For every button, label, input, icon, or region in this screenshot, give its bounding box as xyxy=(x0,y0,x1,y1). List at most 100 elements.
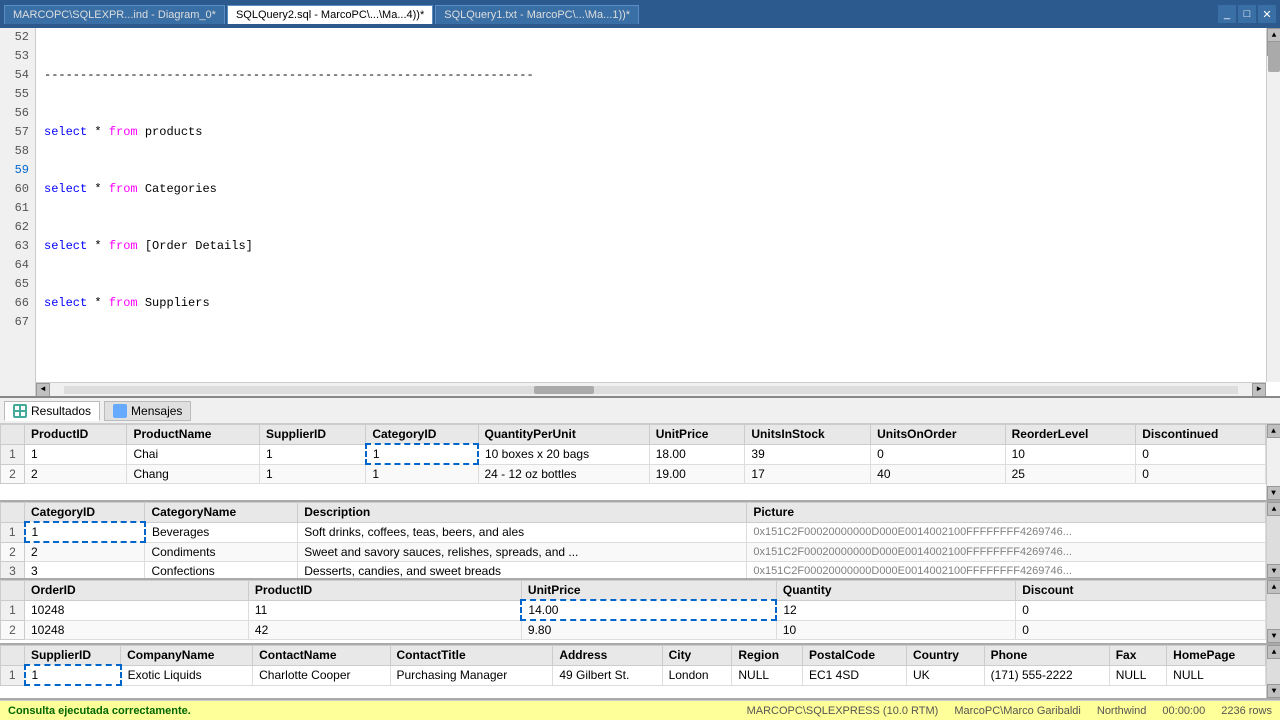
table-row[interactable]: 2 2 Chang 1 1 24 - 12 oz bottles 19.00 1… xyxy=(1,464,1266,484)
grid3-scroll-down[interactable]: ▼ xyxy=(1267,629,1280,643)
grid3-cell-selected[interactable]: 14.00 xyxy=(521,600,776,620)
grid2-cell[interactable]: 2 xyxy=(25,542,145,562)
grid1-scroll-up[interactable]: ▲ xyxy=(1267,424,1280,438)
close-button[interactable]: ✕ xyxy=(1258,5,1276,23)
code-line-52: ----------------------------------------… xyxy=(44,66,534,85)
minimize-button[interactable]: _ xyxy=(1218,5,1236,23)
table-row[interactable]: 3 3 Confections Desserts, candies, and s… xyxy=(1,562,1266,581)
grid2-vscroll[interactable]: ▲ ▼ xyxy=(1266,502,1280,578)
grid3-cell[interactable]: 10 xyxy=(776,620,1015,640)
grid1-cell[interactable]: Chai xyxy=(127,444,260,464)
table-row[interactable]: 2 2 Condiments Sweet and savory sauces, … xyxy=(1,542,1266,562)
grid3-col-quantity: Quantity xyxy=(776,581,1015,601)
grid2-cell[interactable]: Confections xyxy=(145,562,298,581)
table-row[interactable]: 1 1 Exotic Liquids Charlotte Cooper Purc… xyxy=(1,665,1266,685)
title-tab-1[interactable]: MARCOPC\SQLEXPR...ind - Diagram_0* xyxy=(4,5,225,24)
grid2-cell[interactable]: Beverages xyxy=(145,522,298,542)
grid1-cell[interactable]: 1 xyxy=(260,464,366,484)
status-server: MARCOPC\SQLEXPRESS (10.0 RTM) xyxy=(747,705,939,717)
grid2-cell[interactable]: 0x151C2F00020000000D000E0014002100FFFFFF… xyxy=(747,562,1266,581)
grid1-cell[interactable]: 17 xyxy=(745,464,871,484)
grid2-cell-selected[interactable]: 1 xyxy=(25,522,145,542)
editor-vscroll[interactable]: ▲ ▼ xyxy=(1266,28,1280,382)
grid1-cell[interactable]: 40 xyxy=(871,464,1005,484)
grid1-cell[interactable]: 0 xyxy=(871,444,1005,464)
editor-hscroll[interactable]: ◄ ► xyxy=(36,382,1266,396)
grid4-cell-contactname[interactable]: Charlotte Cooper xyxy=(253,665,390,685)
grid4-cell[interactable]: (171) 555-2222 xyxy=(984,665,1109,685)
grid2-scroll-track[interactable] xyxy=(1267,516,1280,564)
grid1-cell-selected[interactable]: 1 xyxy=(366,444,478,464)
grid1-cell[interactable]: 39 xyxy=(745,444,871,464)
grid1-cell[interactable]: 1 xyxy=(260,444,366,464)
grid4-cell[interactable]: London xyxy=(662,665,732,685)
grid3-scroll-up[interactable]: ▲ xyxy=(1267,580,1280,594)
grid3-cell[interactable]: 0 xyxy=(1016,600,1266,620)
grid3-cell[interactable]: 12 xyxy=(776,600,1015,620)
grid4-cell[interactable]: 49 Gilbert St. xyxy=(553,665,662,685)
grid3-scroll-track[interactable] xyxy=(1267,594,1280,629)
grid2-cell[interactable]: 0x151C2F00020000000D000E0014002100FFFFFF… xyxy=(747,522,1266,542)
grid2-col-categoryname: CategoryName xyxy=(145,503,298,523)
grid1-cell[interactable]: 0 xyxy=(1136,464,1266,484)
grid3-cell[interactable]: 0 xyxy=(1016,620,1266,640)
table-row[interactable]: 1 10248 11 14.00 12 0 xyxy=(1,600,1266,620)
grid4-vscroll[interactable]: ▲ ▼ xyxy=(1266,645,1280,698)
hscroll-track[interactable] xyxy=(64,386,1238,394)
grid3-cell[interactable]: 42 xyxy=(248,620,521,640)
grid1-cell[interactable]: 25 xyxy=(1005,464,1136,484)
grid4-cell-country[interactable]: UK xyxy=(906,665,984,685)
grid4-cell[interactable]: NULL xyxy=(732,665,803,685)
grid2-cell[interactable]: Condiments xyxy=(145,542,298,562)
grid1-cell[interactable]: 0 xyxy=(1136,444,1266,464)
grid3-cell[interactable]: 11 xyxy=(248,600,521,620)
grid1-cell[interactable]: 2 xyxy=(25,464,127,484)
grid2-col-picture: Picture xyxy=(747,503,1266,523)
grid1-cell[interactable]: 10 xyxy=(1005,444,1136,464)
grid4-scroll-down[interactable]: ▼ xyxy=(1267,684,1280,698)
grid4-cell-contacttitle[interactable]: Purchasing Manager xyxy=(390,665,553,685)
title-tab-3[interactable]: SQLQuery1.txt - MarcoPC\...\Ma...1))* xyxy=(435,5,639,24)
grid2-scroll-down[interactable]: ▼ xyxy=(1267,564,1280,578)
grid4-cell-selected[interactable]: 1 xyxy=(25,665,121,685)
grid2-cell[interactable]: Desserts, candies, and sweet breads xyxy=(298,562,747,581)
grid1-vscroll[interactable]: ▲ ▼ xyxy=(1266,424,1280,500)
table-row[interactable]: 1 1 Chai 1 1 10 boxes x 20 bags 18.00 39… xyxy=(1,444,1266,464)
grid1-cell[interactable]: 1 xyxy=(25,444,127,464)
grid2-cell[interactable]: 0x151C2F00020000000D000E0014002100FFFFFF… xyxy=(747,542,1266,562)
vscroll-up-btn[interactable]: ▲ xyxy=(1267,28,1280,42)
grid4-cell[interactable]: EC1 4SD xyxy=(802,665,906,685)
grid2-cell[interactable]: Sweet and savory sauces, relishes, sprea… xyxy=(298,542,747,562)
grid4-cell[interactable]: Exotic Liquids xyxy=(121,665,253,685)
hscroll-left-btn[interactable]: ◄ xyxy=(36,383,50,397)
grid2-cell[interactable]: 3 xyxy=(25,562,145,581)
grid1-scroll-down[interactable]: ▼ xyxy=(1267,486,1280,500)
table-row[interactable]: 2 10248 42 9.80 10 0 xyxy=(1,620,1266,640)
results-content: ProductID ProductName SupplierID Categor… xyxy=(0,424,1280,700)
grid3-cell[interactable]: 10248 xyxy=(25,620,249,640)
tab-resultados[interactable]: Resultados xyxy=(4,401,100,421)
grid1-cell[interactable]: 10 boxes x 20 bags xyxy=(478,444,649,464)
grid1-cell[interactable]: 1 xyxy=(366,464,478,484)
grid3-cell[interactable]: 10248 xyxy=(25,600,249,620)
grid1-cell[interactable]: 19.00 xyxy=(649,464,745,484)
grid1-col-rownum xyxy=(1,425,25,445)
maximize-button[interactable]: □ xyxy=(1238,5,1256,23)
grid4-cell[interactable]: NULL xyxy=(1109,665,1166,685)
code-editor[interactable]: ----------------------------------------… xyxy=(36,28,1280,396)
grid4-scroll-up[interactable]: ▲ xyxy=(1267,645,1280,659)
results-area: Resultados Mensajes ProductID Prod xyxy=(0,398,1280,700)
grid4-cell[interactable]: NULL xyxy=(1167,665,1266,685)
grid3-cell[interactable]: 9.80 xyxy=(521,620,776,640)
grid2-scroll-up[interactable]: ▲ xyxy=(1267,502,1280,516)
hscroll-right-btn[interactable]: ► xyxy=(1252,383,1266,397)
grid1-cell[interactable]: 18.00 xyxy=(649,444,745,464)
table-row[interactable]: 1 1 Beverages Soft drinks, coffees, teas… xyxy=(1,522,1266,542)
grid1-cell[interactable]: 24 - 12 oz bottles xyxy=(478,464,649,484)
grid2-cell[interactable]: Soft drinks, coffees, teas, beers, and a… xyxy=(298,522,747,542)
grid3-vscroll[interactable]: ▲ ▼ xyxy=(1266,580,1280,643)
grid4-col-homepage: HomePage xyxy=(1167,646,1266,666)
title-tab-2[interactable]: SQLQuery2.sql - MarcoPC\...\Ma...4))* xyxy=(227,5,433,24)
grid1-cell[interactable]: Chang xyxy=(127,464,260,484)
tab-mensajes[interactable]: Mensajes xyxy=(104,401,191,421)
